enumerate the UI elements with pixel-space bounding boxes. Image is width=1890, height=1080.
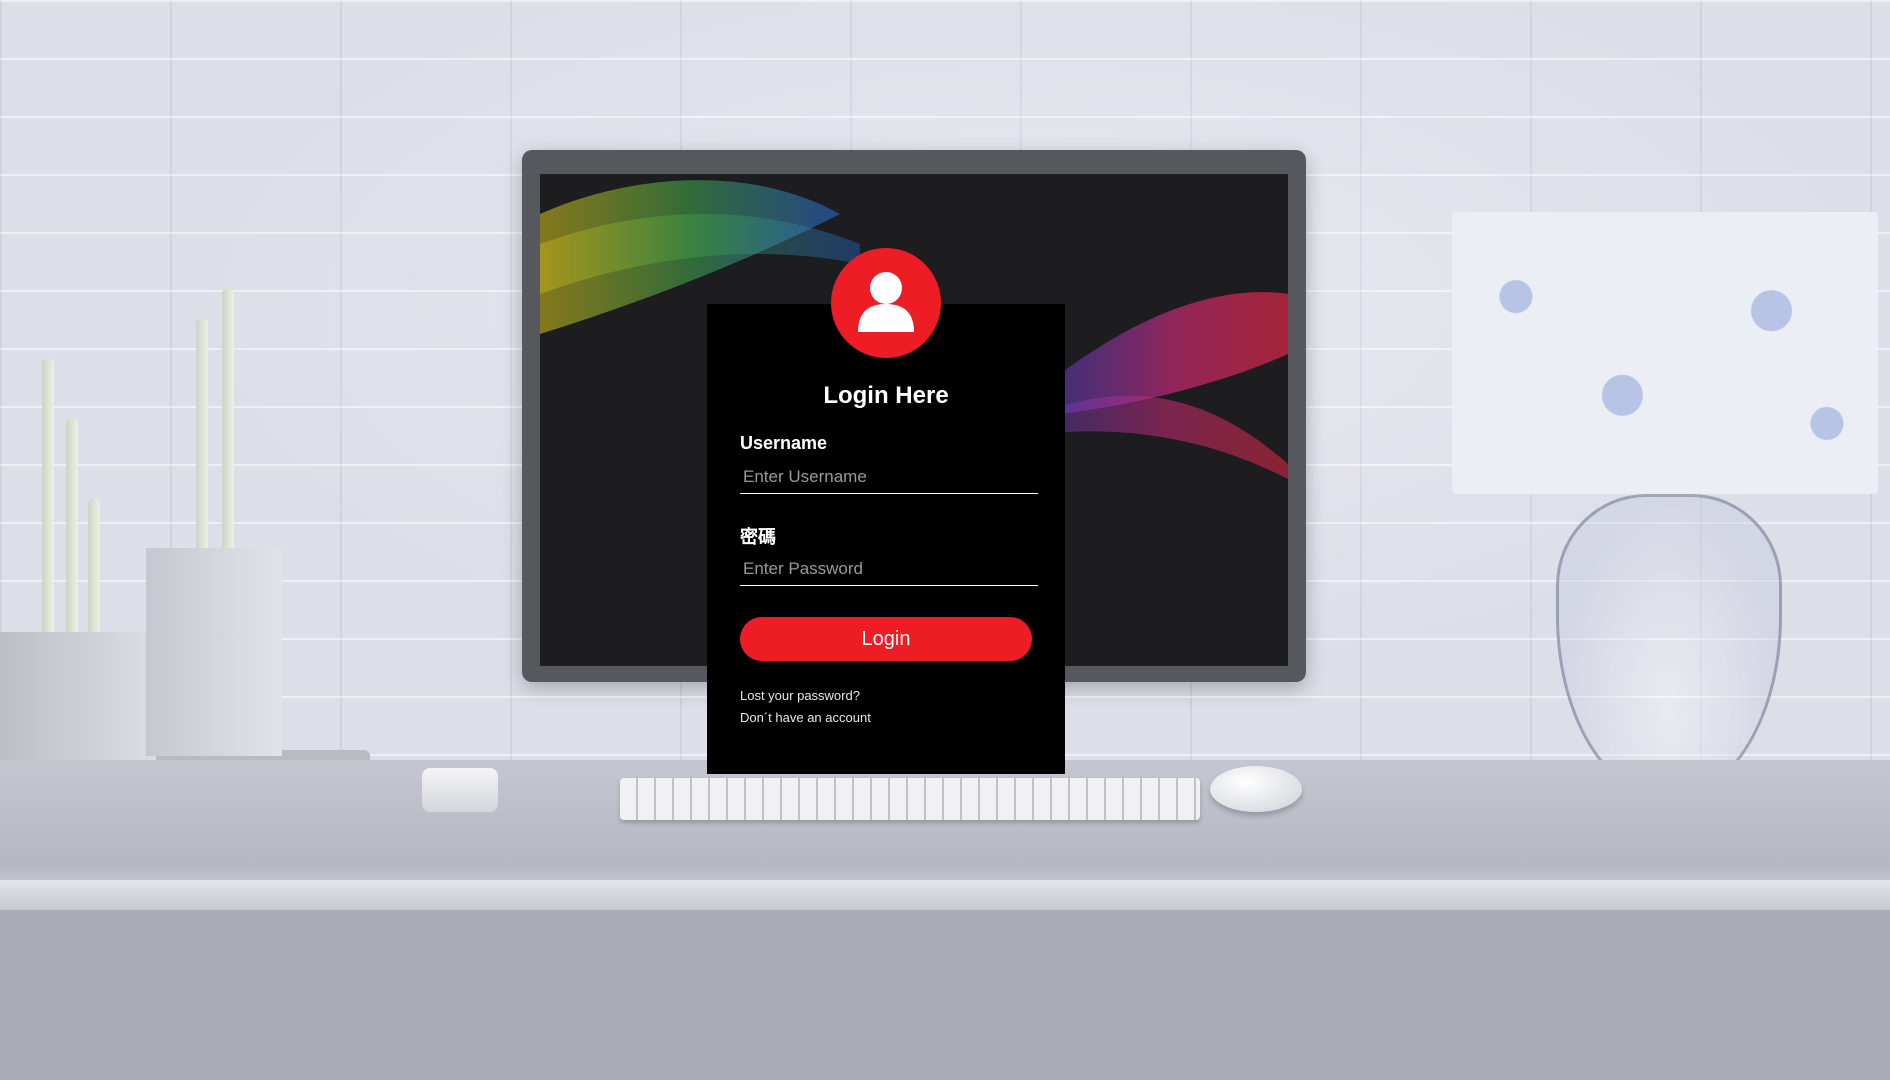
lamp-shade: [1452, 212, 1878, 494]
plant-stem: [222, 288, 234, 554]
plant-stem: [88, 498, 100, 638]
login-form: Login Here Username 密碼 Login Lost your p…: [707, 248, 1065, 774]
no-account-link[interactable]: Don´t have an account: [740, 710, 871, 725]
username-label: Username: [740, 433, 828, 453]
username-input[interactable]: [740, 460, 1038, 494]
plant-pot: [146, 548, 282, 756]
plant-stem: [42, 358, 54, 638]
desk-underside: [0, 910, 1890, 1080]
desk-cup: [422, 768, 498, 812]
lost-password-link[interactable]: Lost your password?: [740, 688, 860, 703]
login-button[interactable]: Login: [740, 617, 1032, 661]
desk-edge: [0, 880, 1890, 910]
plant-stem: [66, 418, 78, 638]
desk-scene-background: Login Here Username 密碼 Login Lost your p…: [0, 0, 1890, 1080]
plant-stem: [196, 318, 208, 554]
user-icon: [831, 248, 941, 358]
login-title: Login Here: [823, 382, 949, 409]
password-label: 密碼: [740, 527, 776, 547]
mouse: [1210, 766, 1302, 812]
password-input[interactable]: [740, 552, 1038, 586]
plant-pot: [0, 632, 156, 762]
keyboard: [620, 778, 1200, 820]
